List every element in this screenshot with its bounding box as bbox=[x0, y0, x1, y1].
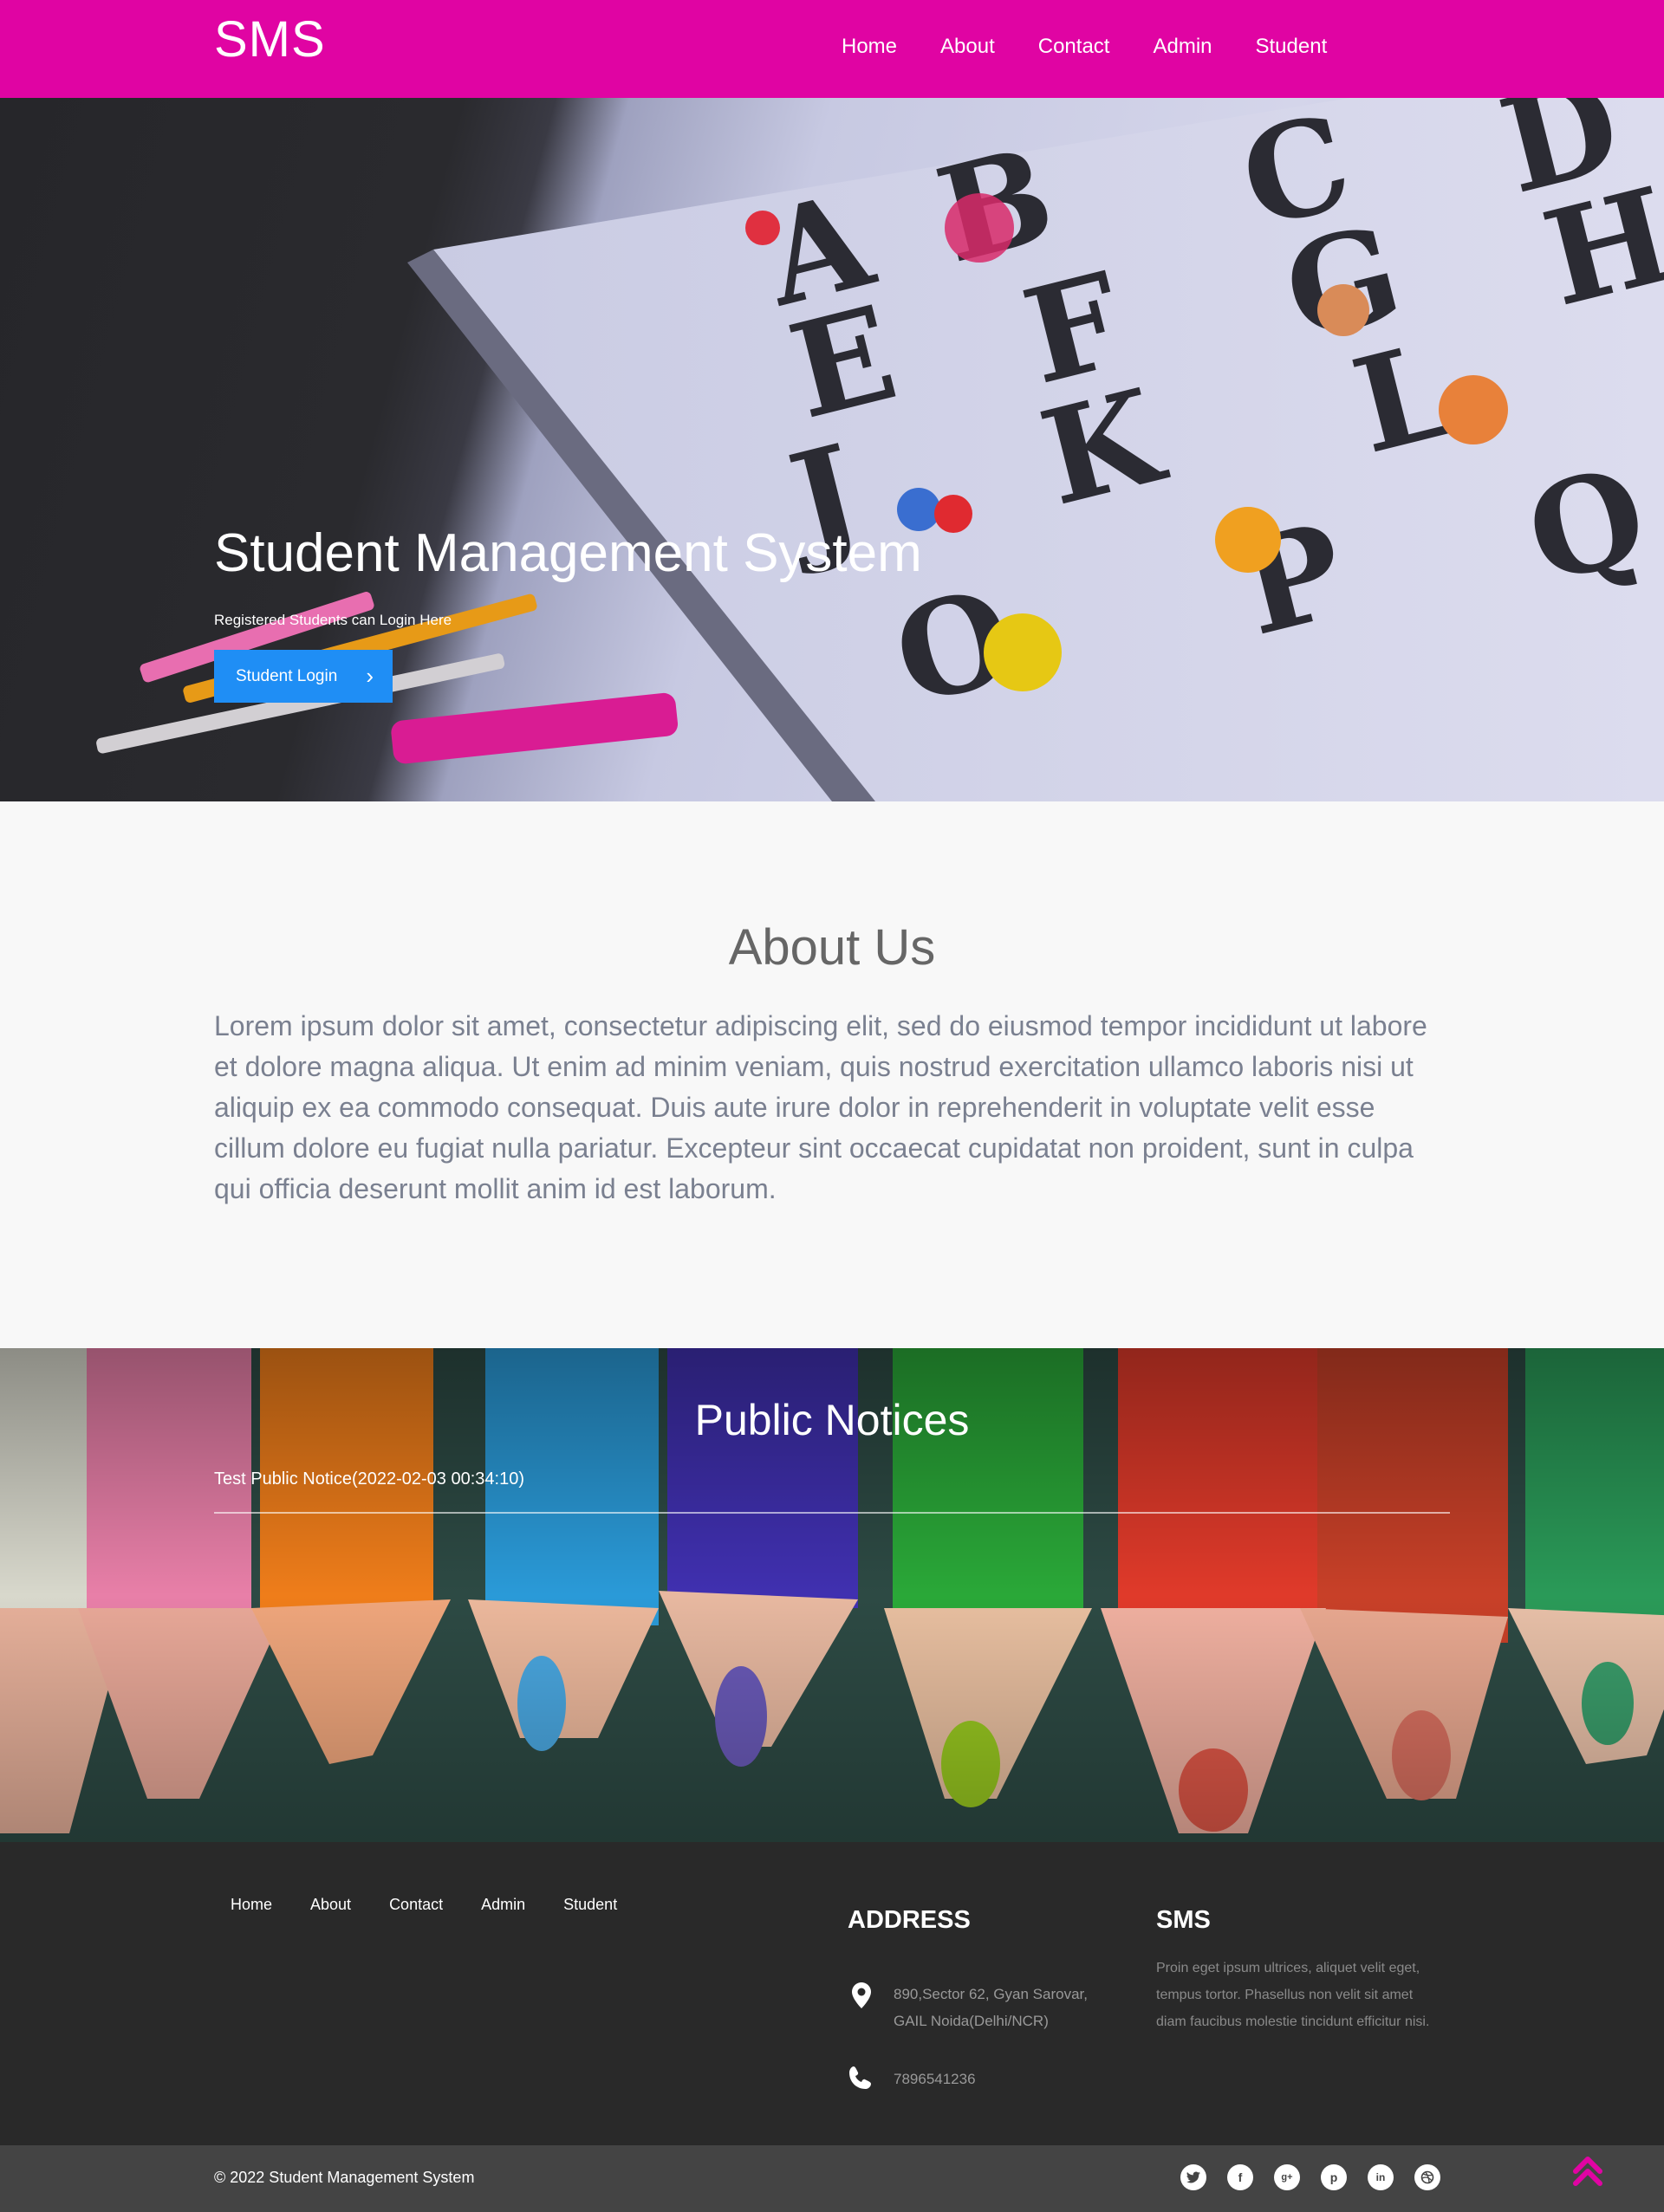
copyright: © 2022 Student Management System bbox=[214, 2169, 475, 2186]
student-login-label: Student Login bbox=[236, 666, 338, 685]
navbar: SMS Home About Contact Admin Student bbox=[0, 0, 1664, 98]
footer-link-student[interactable]: Student bbox=[563, 1896, 617, 1914]
hero-subtitle: Registered Students can Login Here bbox=[214, 612, 452, 628]
about-title: About Us bbox=[728, 919, 936, 976]
footer: Home About Contact Admin Student ADDRESS… bbox=[0, 1842, 1664, 2145]
address-line-1: 890,Sector 62, Gyan Sarovar, bbox=[894, 1986, 1088, 2002]
address-text: 890,Sector 62, Gyan Sarovar, GAIL Noida(… bbox=[894, 1981, 1088, 2034]
address-line-2: GAIL Noida(Delhi/NCR) bbox=[894, 2013, 1049, 2029]
hero-banner: A B C D E F G H J K L O P Q bbox=[0, 98, 1664, 801]
social-links: f g+ p in bbox=[1180, 2164, 1461, 2190]
brand-logo[interactable]: SMS bbox=[214, 10, 326, 68]
footer-nav: Home About Contact Admin Student bbox=[231, 1896, 655, 1914]
chevron-right-icon: › bbox=[366, 663, 374, 689]
nav-link-about[interactable]: About bbox=[940, 35, 995, 59]
google-plus-icon[interactable]: g+ bbox=[1274, 2164, 1300, 2190]
pinterest-icon[interactable]: p bbox=[1321, 2164, 1347, 2190]
notice-item[interactable]: Test Public Notice(2022-02-03 00:34:10) bbox=[214, 1469, 524, 1489]
nav-menu: Home About Contact Admin Student bbox=[842, 35, 1327, 59]
hero-title: Student Management System bbox=[214, 523, 922, 583]
footer-link-home[interactable]: Home bbox=[231, 1896, 272, 1914]
footer-link-contact[interactable]: Contact bbox=[389, 1896, 443, 1914]
footer-sms-title: SMS bbox=[1156, 1906, 1211, 1934]
address-title: ADDRESS bbox=[848, 1906, 971, 1934]
about-section: About Us Lorem ipsum dolor sit amet, con… bbox=[0, 801, 1664, 1348]
nav-link-admin[interactable]: Admin bbox=[1153, 35, 1212, 59]
nav-link-student[interactable]: Student bbox=[1256, 35, 1328, 59]
bottom-bar: © 2022 Student Management System f g+ p … bbox=[0, 2145, 1664, 2212]
footer-link-admin[interactable]: Admin bbox=[481, 1896, 525, 1914]
notices-title: Public Notices bbox=[694, 1396, 970, 1444]
nav-link-home[interactable]: Home bbox=[842, 35, 897, 59]
map-pin-icon bbox=[852, 1982, 871, 2013]
notice-divider bbox=[214, 1512, 1450, 1514]
linkedin-icon[interactable]: in bbox=[1368, 2164, 1394, 2190]
student-login-button[interactable]: Student Login › bbox=[214, 650, 393, 703]
phone-number: 7896541236 bbox=[894, 2071, 976, 2087]
twitter-icon[interactable] bbox=[1180, 2164, 1206, 2190]
back-to-top-icon[interactable] bbox=[1572, 2154, 1603, 2193]
phone-icon bbox=[848, 2065, 875, 2097]
nav-link-contact[interactable]: Contact bbox=[1038, 35, 1110, 59]
footer-link-about[interactable]: About bbox=[310, 1896, 351, 1914]
facebook-icon[interactable]: f bbox=[1227, 2164, 1253, 2190]
dribbble-icon[interactable] bbox=[1414, 2164, 1440, 2190]
footer-sms-text: Proin eget ipsum ultrices, aliquet velit… bbox=[1156, 1961, 1430, 2029]
public-notices-section: Public Notices Test Public Notice(2022-0… bbox=[0, 1348, 1664, 1842]
about-text: Lorem ipsum dolor sit amet, consectetur … bbox=[214, 1010, 1427, 1204]
